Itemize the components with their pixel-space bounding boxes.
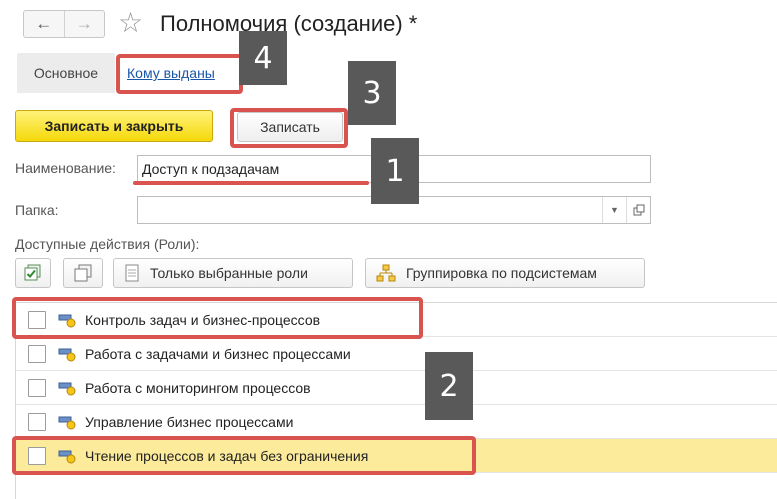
highlight-save-button	[230, 108, 348, 148]
forward-button[interactable]: →	[63, 11, 105, 37]
tab-main[interactable]: Основное	[17, 53, 115, 93]
role-label: Работа с мониторингом процессов	[85, 379, 311, 396]
annotation-badge-2: 2	[425, 352, 473, 420]
folder-label: Папка:	[15, 202, 59, 218]
role-icon	[58, 416, 76, 429]
document-icon	[125, 264, 139, 282]
chevron-down-icon[interactable]: ▼	[602, 197, 626, 223]
role-checkbox[interactable]	[28, 344, 46, 363]
highlight-role-read	[12, 436, 476, 475]
only-selected-roles-label: Только выбранные роли	[150, 265, 308, 281]
navigation-buttons: ← →	[23, 10, 105, 38]
open-folder-button[interactable]	[626, 197, 650, 223]
annotation-badge-4: 4	[239, 31, 287, 85]
annotation-badge-3: 3	[348, 61, 396, 125]
annotation-badge-1: 1	[371, 138, 419, 204]
highlight-tab-link	[116, 54, 243, 94]
star-outline-icon[interactable]: ☆	[118, 8, 143, 38]
list-item[interactable]: Управление бизнес процессами	[16, 405, 777, 439]
role-icon	[58, 348, 76, 361]
save-and-close-button[interactable]: Записать и закрыть	[15, 110, 213, 142]
uncheck-all-button[interactable]	[63, 258, 103, 288]
highlight-name-underline	[133, 181, 369, 185]
uncheck-all-icon	[74, 264, 92, 282]
arrow-right-icon: →	[75, 14, 93, 33]
name-input-value: Доступ к подзадачам	[142, 161, 280, 177]
role-label: Управление бизнес процессами	[85, 413, 294, 430]
list-item[interactable]: Работа с задачами и бизнес процессами	[16, 337, 777, 371]
only-selected-roles-button[interactable]: Только выбранные роли	[113, 258, 353, 288]
role-checkbox[interactable]	[28, 412, 46, 431]
group-by-subsystems-label: Группировка по подсистемам	[406, 265, 597, 281]
open-window-icon	[633, 204, 644, 216]
group-by-subsystems-button[interactable]: Группировка по подсистемам	[365, 258, 645, 288]
arrow-left-icon: ←	[35, 14, 53, 33]
roles-label: Доступные действия (Роли):	[15, 236, 200, 252]
role-checkbox[interactable]	[28, 378, 46, 397]
list-item[interactable]: Работа с мониторингом процессов	[16, 371, 777, 405]
highlight-role-control	[12, 297, 423, 339]
check-all-icon	[24, 264, 41, 281]
page-title: Полномочия (создание) *	[160, 11, 418, 36]
role-icon	[58, 382, 76, 395]
name-label: Наименование:	[15, 160, 116, 176]
check-all-button[interactable]	[15, 258, 51, 288]
back-button[interactable]: ←	[24, 11, 64, 37]
hierarchy-icon	[376, 264, 396, 282]
role-label: Работа с задачами и бизнес процессами	[85, 345, 351, 362]
